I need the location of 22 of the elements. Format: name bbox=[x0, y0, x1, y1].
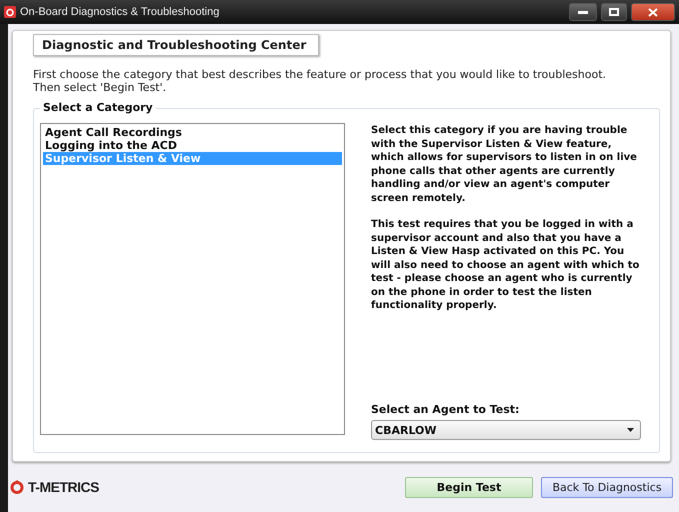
minimize-icon bbox=[578, 10, 588, 14]
window-title: On-Board Diagnostics & Troubleshooting bbox=[20, 6, 220, 18]
maximize-icon bbox=[609, 8, 619, 16]
category-item[interactable]: Agent Call Recordings bbox=[43, 126, 342, 139]
close-button[interactable] bbox=[631, 3, 675, 21]
agent-dropdown[interactable]: CBARLOW bbox=[371, 420, 641, 440]
agent-label: Select an Agent to Test: bbox=[371, 403, 520, 416]
close-icon bbox=[648, 8, 658, 16]
instructions-text: First choose the category that best describes the feature or process that you would like to troubleshoot. Then select 'Begin Test'. bbox=[33, 68, 608, 94]
minimize-button[interactable] bbox=[569, 3, 597, 21]
category-item[interactable]: Logging into the ACD bbox=[43, 139, 342, 152]
logo-icon bbox=[10, 480, 24, 494]
app-icon bbox=[4, 6, 16, 18]
begin-test-button[interactable]: Begin Test bbox=[405, 476, 533, 498]
caret-icon bbox=[627, 428, 634, 432]
brand-logo: T-METRICS bbox=[28, 479, 99, 495]
maximize-button[interactable] bbox=[601, 3, 627, 21]
description-text: Select this category if you are having trouble with the Supervisor Listen & View feature, which allows for supervisors to listen in on live phone calls that other agents are currently handling and/or view an agent's computer screen remotely. bbox=[371, 124, 638, 205]
section-tab[interactable]: Diagnostic and Troubleshooting Center bbox=[33, 34, 320, 56]
description-text: This test requires that you be logged in with a supervisor account and also that you have a Listen & View Hasp activated on this PC. You will also need to choose an agent with which to test - please choose an agent who is currently on the phone in order to test the listen functionality properly. bbox=[371, 218, 640, 312]
group-title: Select a Category bbox=[40, 101, 156, 114]
back-button[interactable]: Back To Diagnostics bbox=[541, 476, 673, 498]
